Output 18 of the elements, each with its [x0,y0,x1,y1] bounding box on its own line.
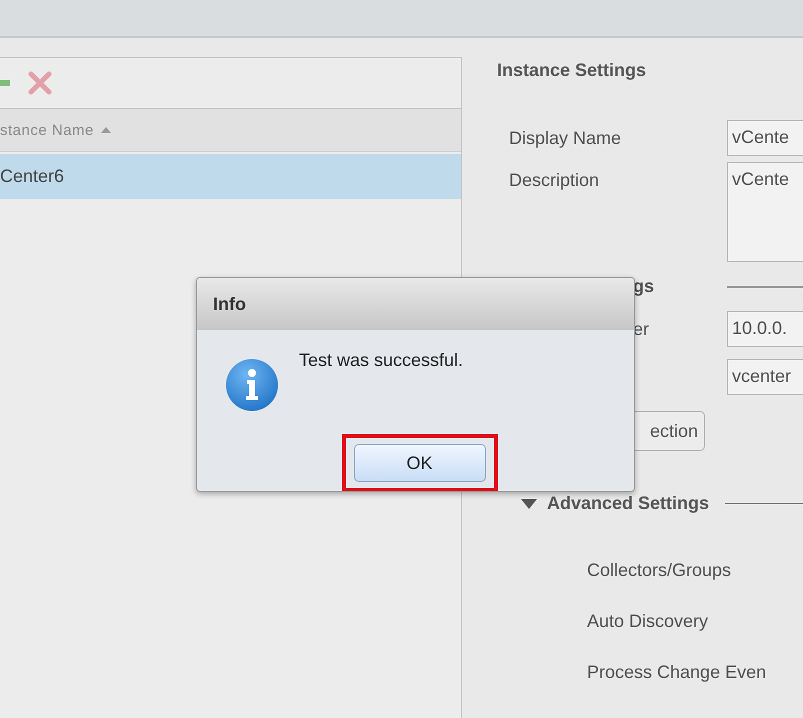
input-field[interactable]: vcenter [727,359,803,395]
settings-label: Auto Discovery [587,611,710,632]
settings-label: Process Change Even [587,662,768,683]
input-field[interactable]: vCente [727,120,803,156]
field-label: Description [509,169,600,191]
field-label: Display Name [509,127,622,149]
collapse-triangle-icon[interactable] [521,498,537,508]
settings-label: Collectors/Groups [587,560,732,581]
dialog-title: Info [213,294,246,314]
input-field[interactable]: 10.0.0. [727,311,803,347]
table-row[interactable]: Center6 [0,154,461,199]
info-icon [225,358,279,412]
description-field[interactable]: vCente [727,162,803,262]
section-title: Advanced Settings [547,493,710,514]
ok-button[interactable]: OK [354,444,486,482]
dialog-message: Test was successful. [299,350,464,371]
delete-icon[interactable] [28,71,52,95]
section-title: Instance Settings [497,60,648,81]
